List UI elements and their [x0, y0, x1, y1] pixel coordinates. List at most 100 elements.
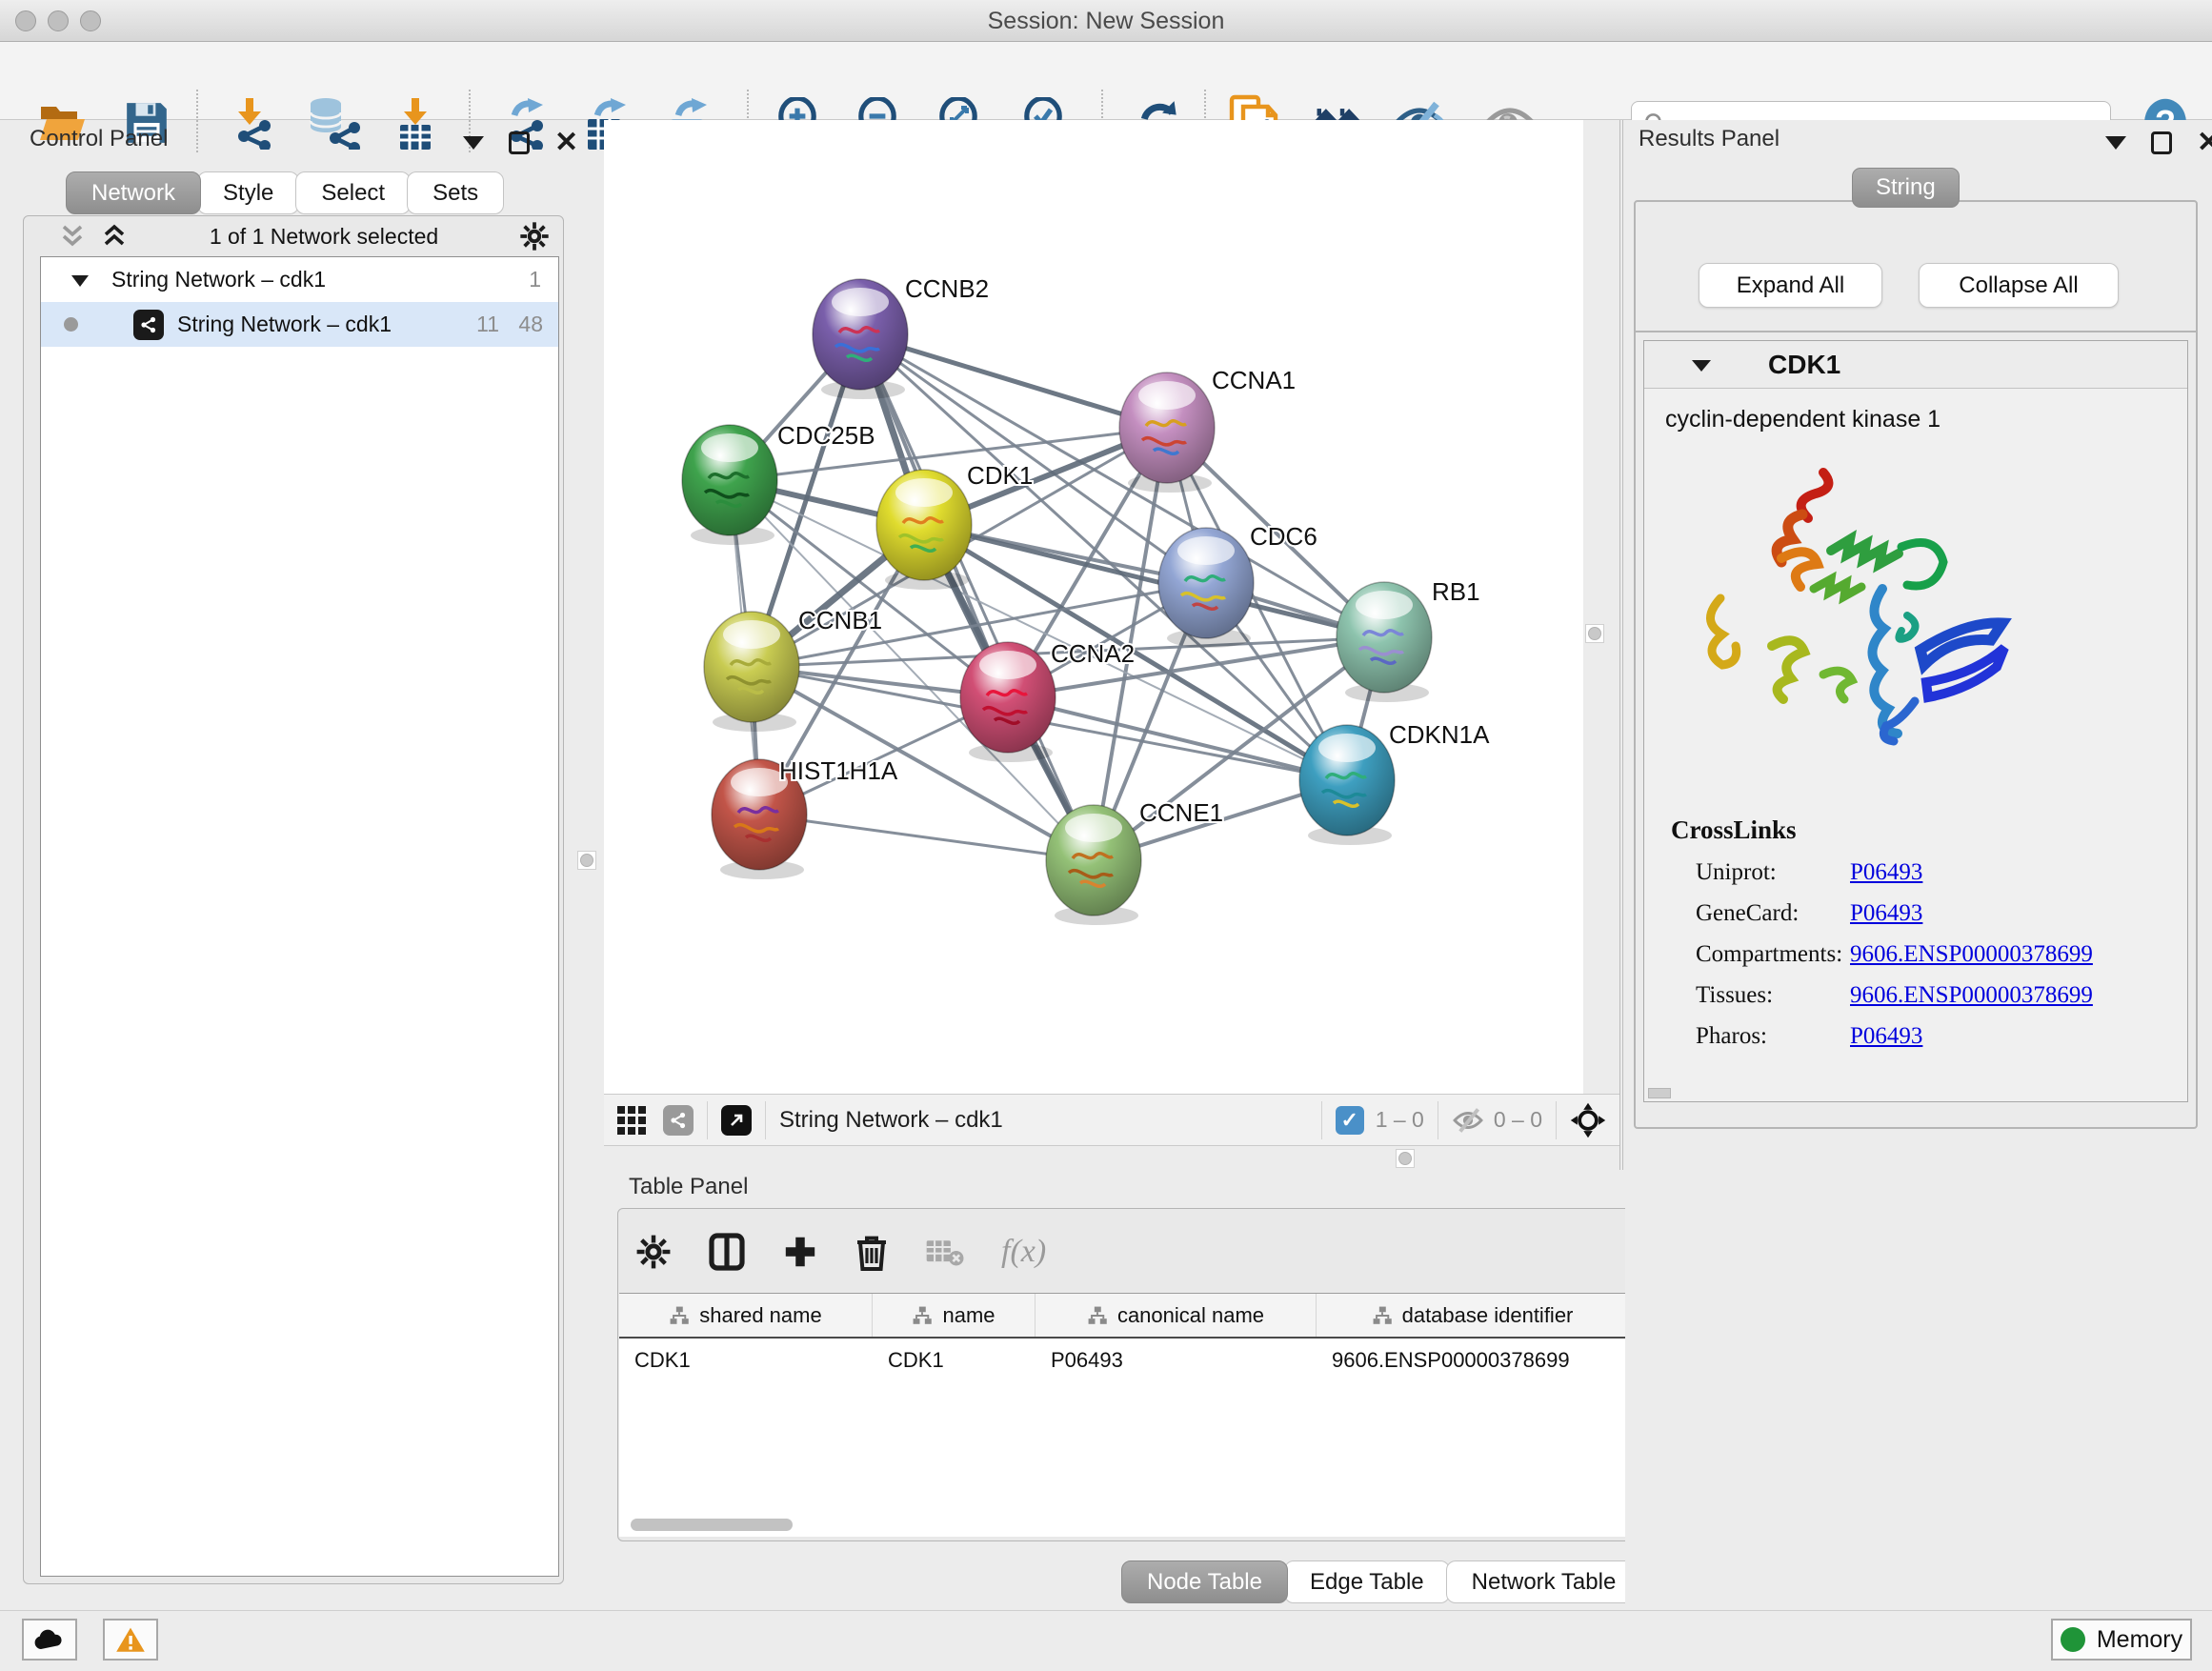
table-cell[interactable]: CDK1	[873, 1339, 1036, 1382]
grid-view-icon[interactable]	[615, 1104, 648, 1137]
tab-sets[interactable]: Sets	[407, 171, 504, 214]
results-close-panel-icon[interactable]: ✕	[2197, 131, 2212, 154]
node-CCNB2[interactable]: CCNB2	[813, 274, 989, 399]
table-cell[interactable]: P06493	[1036, 1339, 1317, 1382]
column-type-icon	[1087, 1305, 1108, 1326]
tab-style[interactable]: Style	[197, 171, 299, 214]
node-CCNA2[interactable]: CCNA2	[960, 639, 1135, 762]
network-canvas[interactable]: CCNB2CCNA1CDC25BCDK1CDC6RB1CCNB1CCNA2CDK…	[604, 120, 1583, 1094]
tab-network-table[interactable]: Network Table	[1446, 1560, 1642, 1603]
chevron-double-down-icon[interactable]	[58, 223, 87, 250]
selected-nodes-checkbox[interactable]: ✓	[1336, 1106, 1364, 1135]
chevron-double-up-icon[interactable]	[100, 223, 129, 250]
float-panel-icon[interactable]	[509, 131, 530, 154]
tab-edge-table[interactable]: Edge Table	[1284, 1560, 1450, 1603]
node-HIST1H1A[interactable]: HIST1H1A	[712, 756, 898, 879]
node-CDC25B[interactable]: CDC25B	[682, 421, 875, 545]
tab-select[interactable]: Select	[295, 171, 411, 214]
gene-collapse-icon[interactable]	[1690, 356, 1713, 373]
cloud-status-button[interactable]	[22, 1619, 77, 1661]
table-cell[interactable]: CDK1	[619, 1339, 873, 1382]
delete-table-icon-disabled	[925, 1236, 965, 1268]
bottom-splitter-handle[interactable]	[1396, 1149, 1415, 1168]
close-panel-icon[interactable]: ✕	[554, 131, 578, 154]
column-header-canonical-name[interactable]: canonical name	[1036, 1294, 1317, 1337]
column-header-database-identifier[interactable]: database identifier	[1317, 1294, 1629, 1337]
node-CCNA1[interactable]: CCNA1	[1119, 366, 1296, 493]
show-columns-icon[interactable]	[708, 1232, 746, 1272]
gene-description: cyclin-dependent kinase 1	[1644, 389, 2187, 433]
node-CCNE1[interactable]: CCNE1	[1046, 798, 1223, 925]
import-network-icon[interactable]	[229, 95, 282, 151]
control-panel-title: Control Panel	[30, 126, 168, 152]
crosslinks-title: CrossLinks	[1671, 815, 2093, 845]
network-type-icon	[133, 310, 164, 340]
gene-section-hscrollbar[interactable]	[1648, 1088, 1671, 1098]
tab-node-table[interactable]: Node Table	[1121, 1560, 1288, 1603]
control-panel-tabs: Network Style Select Sets	[70, 171, 504, 214]
birdseye-crosshair-icon[interactable]	[1570, 1102, 1606, 1138]
import-table-icon[interactable]	[389, 95, 442, 151]
node-label-CCNB2: CCNB2	[905, 274, 989, 303]
crosslink-compartments-link[interactable]: 9606.ENSP00000378699	[1850, 941, 2093, 967]
application-window: Session: New Session	[0, 0, 2212, 1671]
import-database-icon[interactable]	[307, 95, 360, 151]
add-column-icon[interactable]	[782, 1234, 818, 1270]
crosslink-pharos-link[interactable]: P06493	[1850, 1023, 1922, 1049]
warning-icon	[115, 1626, 146, 1653]
node-CCNB1[interactable]: CCNB1	[704, 606, 882, 732]
node-label-CCNA1: CCNA1	[1212, 366, 1296, 394]
network-options-gear-icon[interactable]	[519, 221, 550, 252]
detach-view-icon[interactable]	[721, 1105, 752, 1136]
crosslink-uniprot-link[interactable]: P06493	[1850, 859, 1922, 885]
crosslink-label: Compartments:	[1671, 941, 1850, 968]
collection-expand-icon[interactable]	[70, 272, 90, 289]
expand-all-button[interactable]: Expand All	[1699, 263, 1882, 308]
network-view-share-icon[interactable]	[663, 1105, 694, 1136]
crosslinks-section: CrossLinks Uniprot:P06493 GeneCard:P0649…	[1671, 815, 2093, 1050]
collapse-all-button[interactable]: Collapse All	[1919, 263, 2119, 308]
table-gear-icon[interactable]	[635, 1234, 672, 1270]
results-float-panel-icon[interactable]	[2151, 131, 2172, 154]
crosslink-tissues-link[interactable]: 9606.ENSP00000378699	[1850, 982, 2093, 1008]
column-header-shared-name[interactable]: shared name	[619, 1294, 873, 1337]
collapse-panel-icon[interactable]	[463, 136, 484, 150]
node-RB1[interactable]: RB1	[1337, 577, 1480, 702]
column-type-icon	[1372, 1305, 1393, 1326]
string-results-box: Expand All Collapse All CDK1 cyclin-depe…	[1634, 200, 2198, 1129]
window-title: Session: New Session	[0, 8, 2212, 35]
network-collection-row[interactable]: String Network – cdk1 1	[41, 257, 558, 302]
memory-label: Memory	[2097, 1626, 2182, 1654]
results-panel-title: Results Panel	[1639, 126, 1780, 152]
memory-button[interactable]: Memory	[2051, 1619, 2192, 1661]
node-label-CCNA2: CCNA2	[1051, 639, 1135, 668]
table-panel-title: Table Panel	[629, 1174, 748, 1200]
network-panel-box: 1 of 1 Network selected String Network –…	[23, 215, 564, 1584]
edge-HIST1H1A-CCNE1[interactable]	[759, 815, 1094, 860]
column-type-icon	[912, 1305, 933, 1326]
results-collapse-panel-icon[interactable]	[2105, 136, 2126, 150]
network-row[interactable]: String Network – cdk1 11 48	[41, 302, 558, 347]
node-label-CCNE1: CCNE1	[1139, 798, 1223, 827]
warnings-button[interactable]	[103, 1619, 158, 1661]
tab-string[interactable]: String	[1852, 168, 1960, 208]
table-cell[interactable]: 9606.ENSP00000378699	[1317, 1339, 1629, 1382]
left-splitter-handle[interactable]	[577, 851, 596, 870]
hidden-eye-slash-icon[interactable]	[1452, 1107, 1484, 1134]
right-splitter-handle[interactable]	[1585, 624, 1604, 643]
protein-structure-image	[1680, 455, 2042, 798]
network-selection-status: 1 of 1 Network selected	[129, 224, 519, 250]
node-label-CDKN1A: CDKN1A	[1389, 720, 1490, 749]
delete-column-icon[interactable]	[855, 1233, 889, 1271]
column-header-name[interactable]: name	[873, 1294, 1036, 1337]
network-name: String Network – cdk1	[177, 312, 392, 337]
node-CDKN1A[interactable]: CDKN1A	[1299, 720, 1490, 845]
node-label-RB1: RB1	[1432, 577, 1480, 606]
hidden-counts: 0 – 0	[1494, 1107, 1542, 1133]
results-panel: Results Panel ✕ String Expand All Collap…	[1625, 120, 2212, 1610]
network-graph[interactable]: CCNB2CCNA1CDC25BCDK1CDC6RB1CCNB1CCNA2CDK…	[604, 120, 1583, 1094]
node-label-CCNB1: CCNB1	[798, 606, 882, 634]
network-view-title: String Network – cdk1	[779, 1107, 1003, 1134]
tab-network[interactable]: Network	[66, 171, 201, 214]
crosslink-genecard-link[interactable]: P06493	[1850, 900, 1922, 926]
